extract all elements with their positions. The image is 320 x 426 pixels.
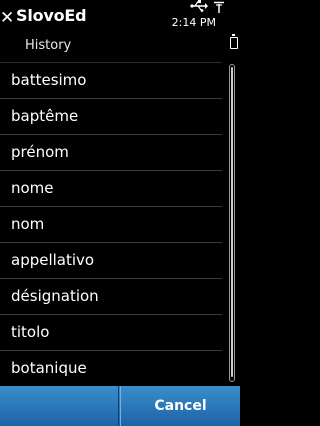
app-title: SlovoEd: [16, 6, 87, 25]
history-item[interactable]: baptême: [0, 98, 222, 134]
history-item[interactable]: prénom: [0, 134, 222, 170]
history-item[interactable]: titolo: [0, 314, 222, 350]
signal-icon: [214, 1, 224, 13]
cancel-button[interactable]: Cancel: [120, 386, 240, 426]
status-area: 2:14 PM: [170, 0, 240, 50]
page-subtitle: History: [25, 38, 72, 53]
history-item[interactable]: appellativo: [0, 242, 222, 278]
close-icon[interactable]: ✕: [0, 9, 14, 27]
left-softkey[interactable]: [0, 386, 119, 426]
history-item[interactable]: nom: [0, 206, 222, 242]
softkey-bar: Cancel: [0, 386, 240, 426]
history-item[interactable]: nome: [0, 170, 222, 206]
history-item[interactable]: désignation: [0, 278, 222, 314]
scrollbar-thumb[interactable]: [231, 67, 233, 377]
title-bar: ✕ SlovoEd History 2:14 PM: [0, 0, 240, 62]
history-item[interactable]: battesimo: [0, 62, 222, 98]
scrollbar[interactable]: [229, 64, 235, 382]
usb-icon: [190, 0, 208, 12]
history-list: battesimo baptême prénom nome nom appell…: [0, 62, 222, 386]
battery-icon: [230, 34, 238, 49]
clock-time: 2:14 PM: [171, 16, 216, 29]
history-item[interactable]: botanique: [0, 350, 222, 386]
